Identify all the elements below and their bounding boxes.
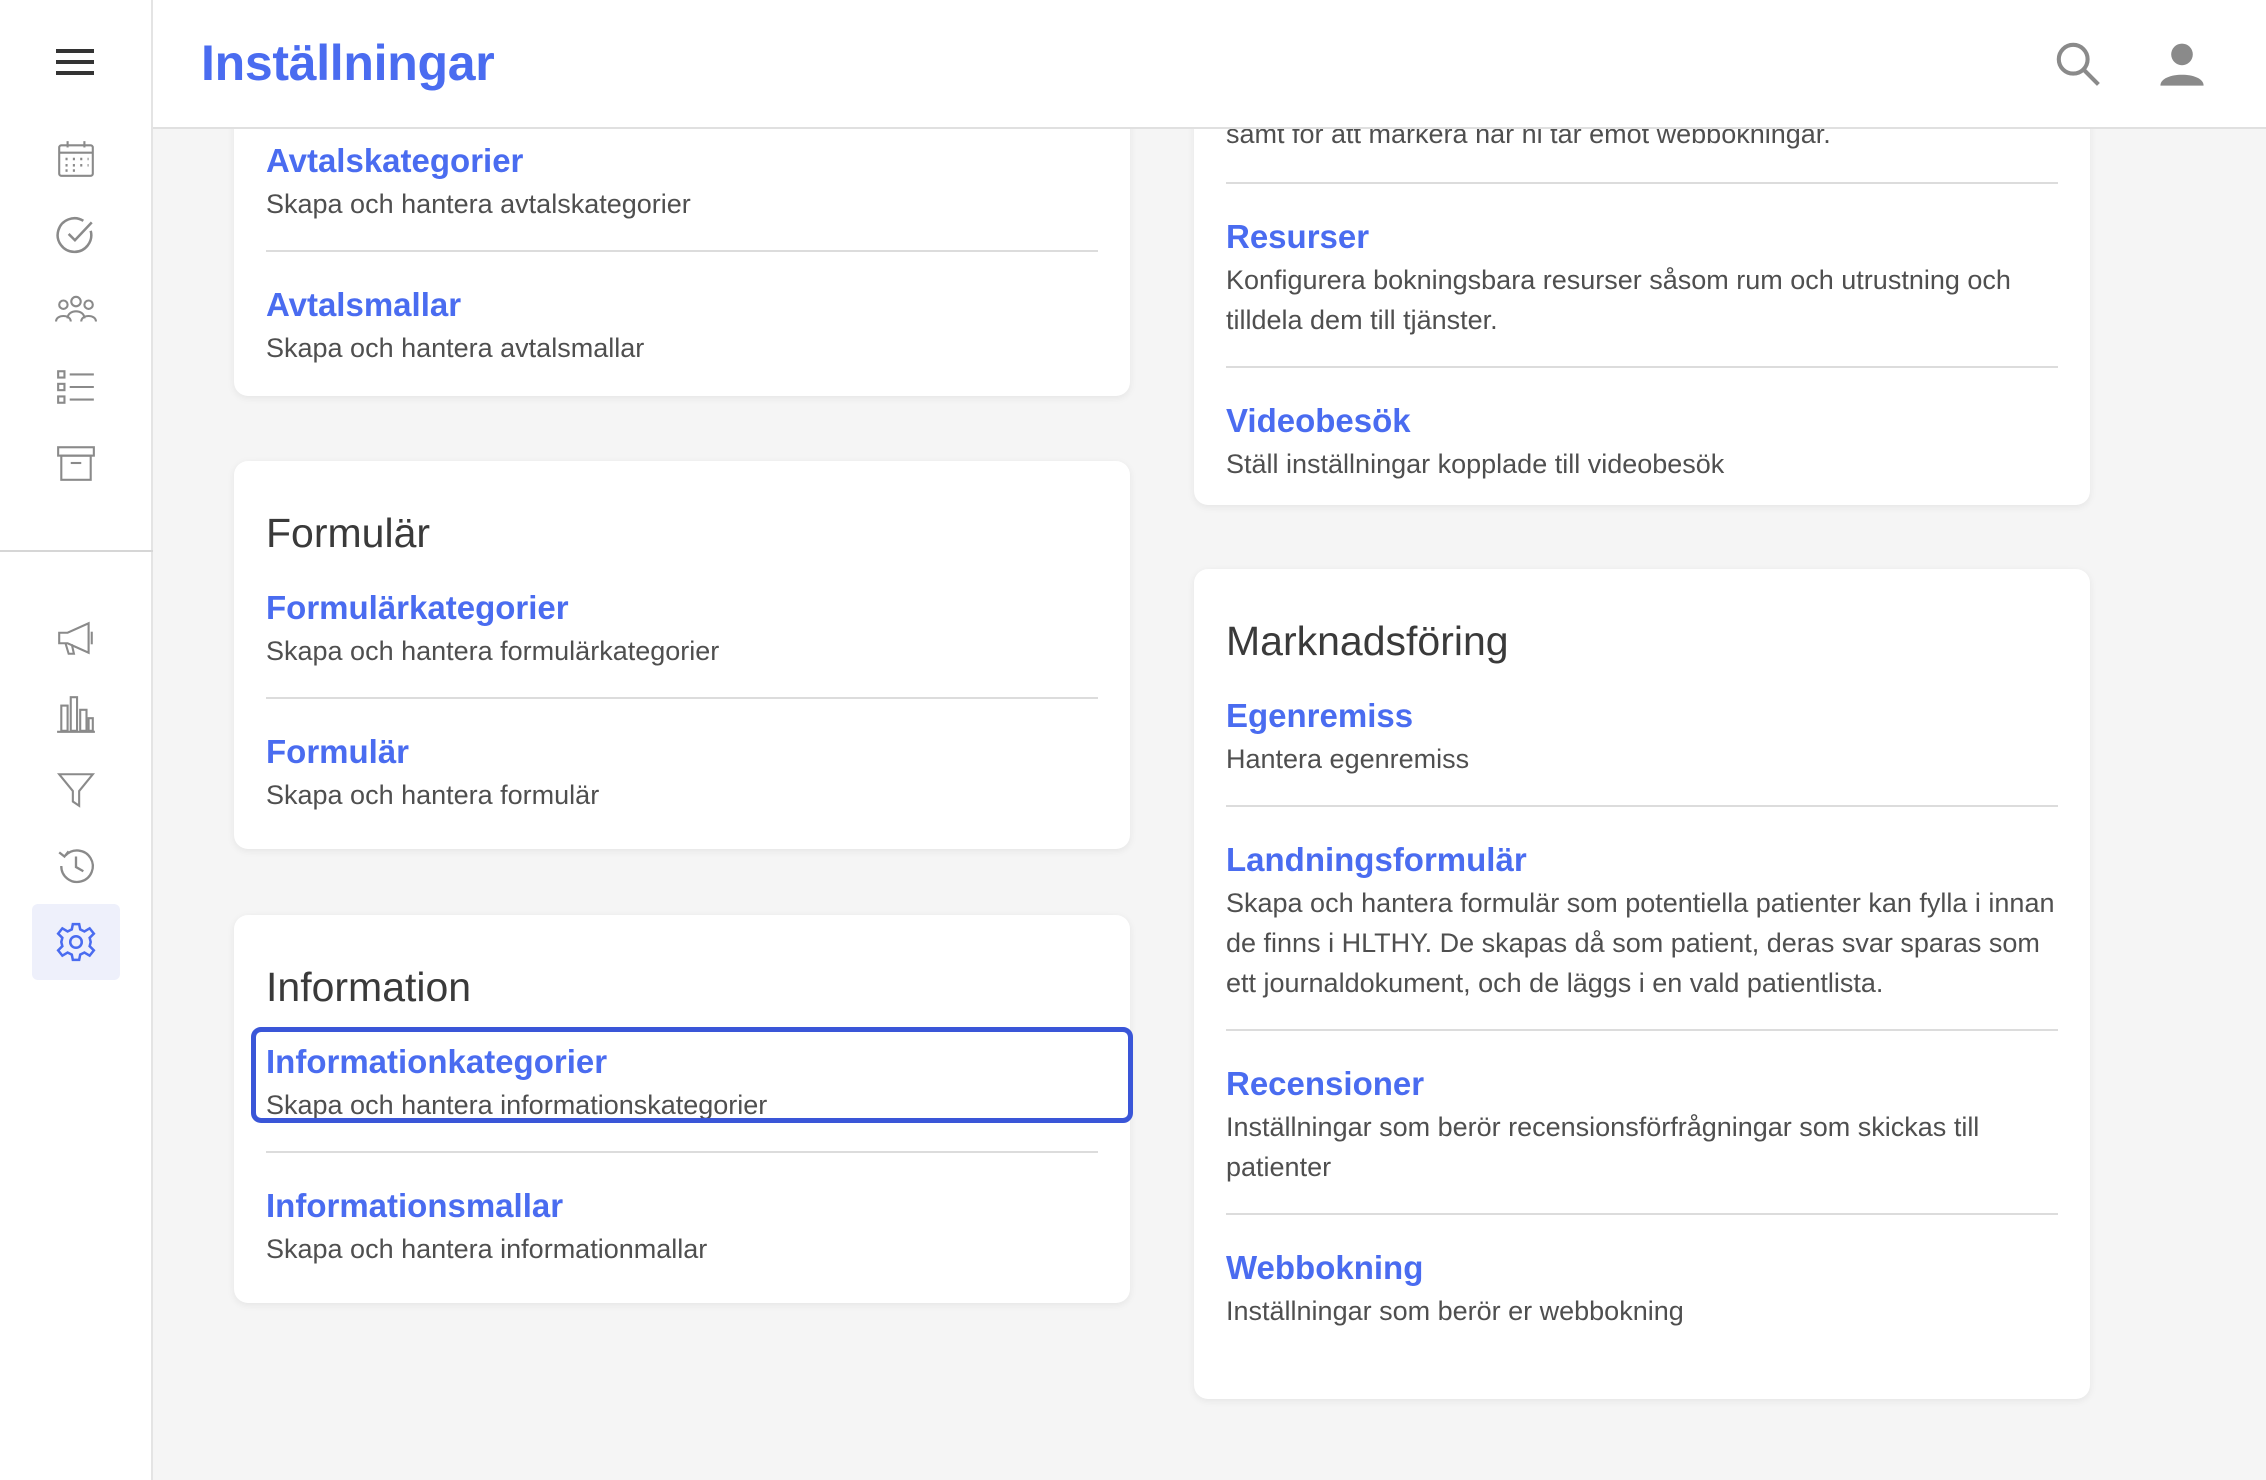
item-title: Avtalsmallar [266,286,462,323]
account-icon [2160,43,2204,86]
sidebar-item-patients[interactable] [32,273,120,349]
item-description: Konfigurera bokningsbara resurser såsom … [1226,265,2011,335]
divider [266,697,1098,699]
item-title: Videobesök [1226,402,1411,439]
calendar-icon [58,141,94,177]
item-title: Informationkategorier [266,1043,608,1080]
settings-link-landningsformular[interactable]: Landningsformulär Skapa och hantera form… [1226,837,2058,1003]
hamburger-menu-icon [56,49,94,75]
item-description: Hantera egenremiss [1226,744,1470,774]
item-description: Inställningar som berör recensionsförfrå… [1226,1112,1980,1182]
account-button[interactable] [2148,30,2216,98]
settings-link-informationkategorier[interactable]: Informationkategorier Skapa och hantera … [266,1039,1098,1125]
sidebar-item-archive[interactable] [32,425,120,501]
bookings-card: samt för att markera när ni tar emot web… [1194,129,2090,505]
settings-content: Avtalskategorier Skapa och hantera avtal… [153,129,2266,1480]
settings-link-webbokning[interactable]: Webbokning Inställningar som berör er we… [1226,1245,2058,1331]
marketing-card: Marknadsföring Egenremiss Hantera egenre… [1194,569,2090,1399]
list-icon [57,370,94,404]
settings-link-recensioner[interactable]: Recensioner Inställningar som berör rece… [1226,1061,2058,1187]
item-title: Resurser [1226,218,1370,255]
filter-icon [56,773,96,808]
item-description: Skapa och hantera avtalsmallar [266,333,645,363]
card-title: Marknadsföring [1226,618,1509,664]
item-title: Avtalskategorier [266,142,524,179]
bar-chart-icon [57,696,95,733]
page-title: Inställningar [201,35,495,91]
item-description: Skapa och hantera avtalskategorier [266,189,691,219]
item-title: Formulär [266,733,410,770]
settings-link-egenremiss[interactable]: Egenremiss Hantera egenremiss [1226,693,2058,779]
information-card: Information Informationkategorier Skapa … [234,915,1130,1303]
sidebar-item-tasks[interactable] [32,197,120,273]
settings-link-informationsmallar[interactable]: Informationsmallar Skapa och hantera inf… [266,1183,1098,1269]
gear-icon [56,922,96,962]
divider [1226,1029,2058,1031]
sidebar-item-marketing[interactable] [32,600,120,676]
top-header: Inställningar [153,0,2266,129]
group-icon [55,295,97,322]
item-title: Informationsmallar [266,1187,564,1224]
sidebar [0,0,153,1480]
contracts-card: Avtalskategorier Skapa och hantera avtal… [234,129,1130,396]
search-button[interactable] [2044,30,2112,98]
item-description: Skapa och hantera formulär [266,780,600,810]
forms-card: Formulär Formulärkategorier Skapa och ha… [234,461,1130,849]
item-description: Skapa och hantera formulär som potentiel… [1226,888,2055,998]
card-title: Formulär [266,510,431,556]
settings-link-resurser[interactable]: Resurser Konfigurera bokningsbara resurs… [1226,214,2058,340]
sidebar-item-filters[interactable] [32,752,120,828]
check-circle-icon [56,217,93,254]
settings-link-formular[interactable]: Formulär Skapa och hantera formulär [266,729,1098,815]
divider [266,250,1098,252]
divider [1226,366,2058,368]
item-description: Inställningar som berör er webbokning [1226,1296,1684,1326]
sidebar-item-settings[interactable] [32,904,120,980]
menu-button[interactable] [40,30,112,94]
settings-link-avtalsmallar[interactable]: Avtalsmallar Skapa och hantera avtalsmal… [266,282,1098,368]
item-description: Skapa och hantera informationmallar [266,1234,708,1264]
archive-icon [57,446,95,481]
sidebar-item-statistics[interactable] [32,676,120,752]
sidebar-divider [0,550,153,552]
sidebar-item-lists[interactable] [32,349,120,425]
history-icon [58,849,94,884]
item-description: Skapa och hantera formulärkategorier [266,636,720,666]
search-icon [2056,42,2100,86]
settings-link-formularkategorier[interactable]: Formulärkategorier Skapa och hantera for… [266,585,1098,671]
item-description: Ställ inställningar kopplade till videob… [1226,449,1725,479]
item-title: Formulärkategorier [266,589,569,626]
sidebar-item-history[interactable] [32,828,120,904]
item-title: Egenremiss [1226,697,1414,734]
divider [1226,182,2058,184]
item-description: Skapa och hantera informationskategorier [266,1090,768,1120]
divider [266,1151,1098,1153]
settings-link-videobesok[interactable]: Videobesök Ställ inställningar kopplade … [1226,398,2058,484]
card-title: Information [266,964,472,1010]
divider [1226,1213,2058,1215]
item-title: Recensioner [1226,1065,1425,1102]
divider [1226,805,2058,807]
megaphone-icon [58,621,93,655]
sidebar-item-calendar[interactable] [32,121,120,197]
settings-link-avtalskategorier[interactable]: Avtalskategorier Skapa och hantera avtal… [266,138,1098,224]
item-title: Webbokning [1226,1249,1424,1286]
item-title: Landningsformulär [1226,841,1527,878]
cut-description: samt för att markera när ni tar emot web… [1226,129,1831,149]
